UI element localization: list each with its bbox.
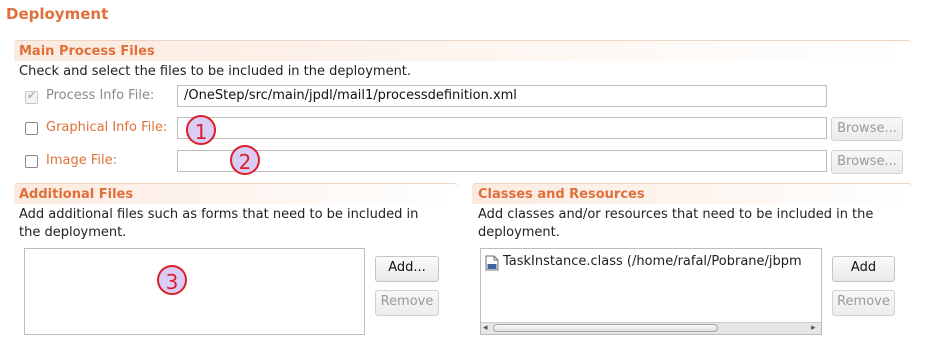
classes-resources-list[interactable]: TaskInstance.class (/home/rafal/Pobrane/… xyxy=(480,248,822,335)
scroll-left-icon[interactable]: ◂ xyxy=(483,323,488,333)
process-info-field[interactable]: /OneStep/src/main/jpdl/mail1/processdefi… xyxy=(177,85,827,107)
main-process-files-title: Main Process Files xyxy=(19,44,155,59)
graphical-info-checkbox[interactable] xyxy=(25,122,38,135)
main-process-files-description: Check and select the files to be include… xyxy=(19,64,412,79)
classes-resources-description-line1: Add classes and/or resources that need t… xyxy=(478,207,874,222)
page-title: Deployment xyxy=(6,5,109,23)
annotation-badge-3: 3 xyxy=(157,265,187,295)
process-info-checkbox[interactable] xyxy=(25,89,38,104)
additional-files-description-line1: Add additional files such as forms that … xyxy=(19,207,419,222)
image-file-field[interactable] xyxy=(177,150,827,172)
annotation-badge-1: 1 xyxy=(186,115,216,145)
annotation-badge-2: 2 xyxy=(230,145,260,175)
process-info-label: Process Info File: xyxy=(46,88,155,103)
additional-files-remove-button[interactable]: Remove xyxy=(375,290,439,316)
classes-resources-remove-button[interactable]: Remove xyxy=(832,290,895,316)
additional-files-description-line2: the deployment. xyxy=(19,225,127,240)
horizontal-scrollbar[interactable]: ◂ ▸ xyxy=(481,322,821,334)
list-item-label: TaskInstance.class (/home/rafal/Pobrane/… xyxy=(503,254,802,269)
additional-files-add-button[interactable]: Add... xyxy=(375,256,439,282)
graphical-info-browse-button[interactable]: Browse... xyxy=(831,117,903,141)
classes-resources-title: Classes and Resources xyxy=(478,187,645,202)
image-file-browse-button[interactable]: Browse... xyxy=(831,150,903,174)
additional-files-list[interactable] xyxy=(24,248,365,335)
list-item[interactable]: TaskInstance.class (/home/rafal/Pobrane/… xyxy=(485,254,821,272)
graphical-info-label: Graphical Info File: xyxy=(46,120,168,135)
classes-resources-add-button[interactable]: Add xyxy=(832,256,895,282)
graphical-info-field[interactable] xyxy=(177,117,827,139)
scroll-right-icon[interactable]: ▸ xyxy=(811,323,816,333)
additional-files-title: Additional Files xyxy=(19,187,134,202)
scrollbar-thumb[interactable] xyxy=(493,324,718,332)
classes-resources-description-line2: deployment. xyxy=(478,225,560,240)
class-file-icon xyxy=(485,255,499,271)
image-file-checkbox[interactable] xyxy=(25,155,38,168)
image-file-label: Image File: xyxy=(46,153,117,168)
